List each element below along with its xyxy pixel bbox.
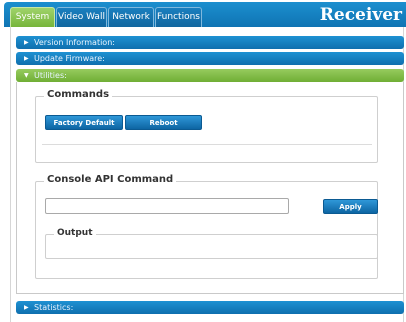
console-api-group: Console API Command Apply Output (35, 174, 378, 279)
accordion-label: Update Firmware: (34, 54, 105, 63)
apply-button[interactable]: Apply (323, 199, 378, 214)
accordion-utilities[interactable]: ▼ Utilities: (16, 69, 404, 82)
factory-default-button[interactable]: Factory Default (45, 115, 123, 130)
commands-group: Commands Factory Default Reboot (35, 89, 378, 163)
caret-down-icon: ▼ (24, 72, 29, 79)
accordion-statistics[interactable]: ▶ Statistics: (16, 301, 404, 314)
commands-legend: Commands (44, 89, 113, 100)
tab-system[interactable]: System (10, 7, 55, 27)
console-command-input[interactable] (45, 198, 289, 214)
accordion-label: Utilities: (34, 71, 67, 80)
output-group: Output (45, 228, 378, 259)
console-api-legend: Console API Command (44, 174, 177, 185)
utilities-panel: Commands Factory Default Reboot Console … (16, 82, 404, 294)
tab-functions[interactable]: Functions (155, 7, 202, 27)
tab-video-wall[interactable]: Video Wall (56, 7, 107, 27)
caret-right-icon: ▶ (24, 304, 29, 311)
accordion-label: Statistics: (34, 303, 74, 312)
accordion-label: Version Information: (34, 38, 115, 47)
caret-right-icon: ▶ (24, 55, 29, 62)
output-legend: Output (54, 228, 96, 238)
brand-title: Receiver (319, 5, 402, 25)
tab-network[interactable]: Network (108, 7, 154, 27)
accordion-update-firmware[interactable]: ▶ Update Firmware: (16, 52, 404, 65)
caret-right-icon: ▶ (24, 39, 29, 46)
reboot-button[interactable]: Reboot (125, 115, 202, 130)
top-navigation-bar: System Video Wall Network Functions Rece… (4, 2, 406, 27)
divider (42, 144, 372, 145)
accordion-version-information[interactable]: ▶ Version Information: (16, 36, 404, 49)
